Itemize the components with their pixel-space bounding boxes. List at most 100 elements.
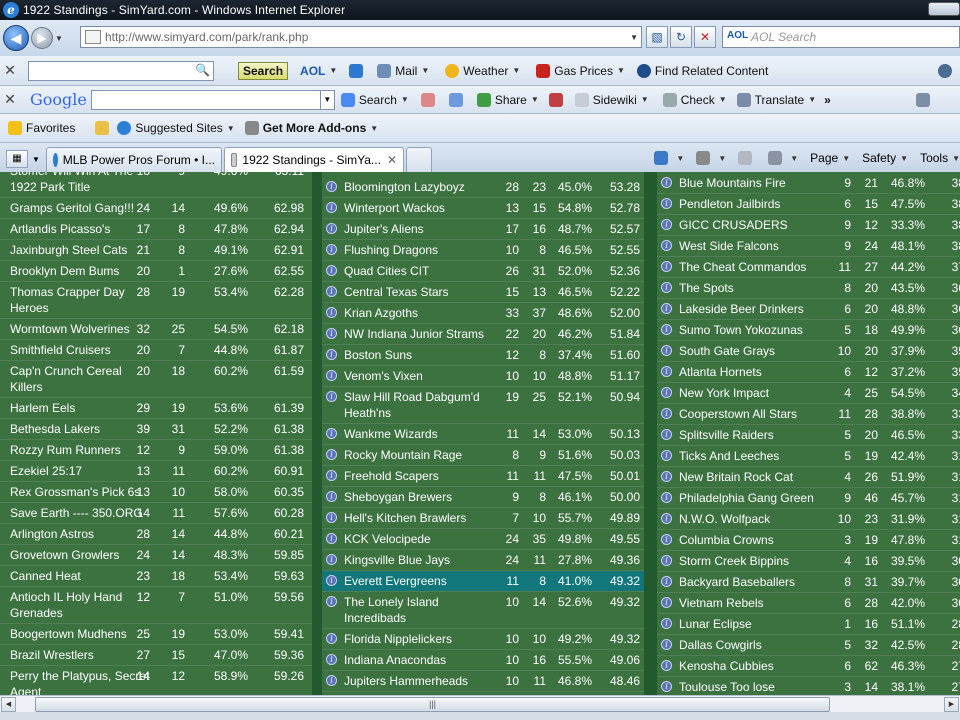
info-icon[interactable]: i — [661, 261, 672, 272]
team-name[interactable]: Toulouse Too lose — [657, 679, 827, 695]
team-name[interactable]: South Gate Grays — [657, 343, 827, 359]
address-dropdown-icon[interactable]: ▼ — [630, 33, 638, 42]
aol-search-placeholder[interactable]: AOL Search — [751, 30, 816, 44]
compatibility-icon[interactable]: ▧ — [646, 26, 668, 48]
print-button[interactable]: ▼ — [768, 151, 798, 165]
info-icon[interactable]: i — [661, 681, 672, 692]
history-dropdown-icon[interactable]: ▼ — [55, 34, 67, 43]
addons-button[interactable]: Get More Add-ons ▼ — [244, 121, 378, 135]
info-icon[interactable]: i — [661, 324, 672, 335]
team-name[interactable]: KCK Velocipede — [322, 531, 492, 547]
team-name[interactable]: Wankme Wizards — [322, 426, 492, 442]
info-icon[interactable]: i — [661, 450, 672, 461]
info-icon[interactable]: i — [661, 177, 672, 188]
team-name[interactable]: Krian Azgoths — [322, 305, 492, 321]
info-icon[interactable]: i — [661, 387, 672, 398]
team-name[interactable]: Flushing Dragons — [322, 242, 492, 258]
feeds-button[interactable]: ▼ — [696, 151, 726, 165]
back-button[interactable]: ◀ — [3, 25, 29, 51]
info-icon[interactable]: i — [326, 675, 337, 686]
tab-1922-standings[interactable]: 1922 Standings - SimYa... ✕ — [224, 147, 404, 172]
info-icon[interactable]: i — [326, 533, 337, 544]
team-name[interactable]: The Cheat Commandos — [657, 259, 827, 275]
team-name[interactable]: Dallas Cowgirls — [657, 637, 827, 653]
address-url[interactable]: http://www.simyard.com/park/rank.php — [105, 30, 308, 44]
team-name[interactable]: Slaw Hill Road Dabgum'd Heath'ns — [322, 389, 492, 421]
info-icon[interactable]: i — [326, 491, 337, 502]
info-icon[interactable]: i — [661, 597, 672, 608]
google-search-input[interactable]: ▼ — [90, 89, 335, 110]
team-name[interactable]: Boston Suns — [322, 347, 492, 363]
team-name[interactable]: The Lonely Island Incredibads — [322, 594, 492, 626]
tab-list-dropdown-icon[interactable]: ▼ — [32, 155, 40, 164]
team-name[interactable]: Splitsville Raiders — [657, 427, 827, 443]
team-name[interactable]: Venom's Vixen — [322, 368, 492, 384]
team-name[interactable]: Everett Evergreens — [322, 573, 492, 589]
team-name[interactable]: Central Texas Stars — [322, 284, 492, 300]
related-content-button[interactable]: Find Related Content — [636, 63, 768, 78]
weather-button[interactable]: Weather ▼ — [445, 63, 520, 78]
team-name[interactable]: Hell's Kitchen Brawlers — [322, 510, 492, 526]
check-button[interactable]: Check ▼ — [662, 92, 727, 107]
info-icon[interactable]: i — [326, 554, 337, 565]
gear-icon[interactable] — [938, 63, 952, 78]
team-name[interactable]: Indiana Anacondas — [322, 652, 492, 668]
team-name[interactable]: Kingsville Blue Jays — [322, 552, 492, 568]
minimize-button[interactable] — [928, 2, 960, 16]
safety-menu[interactable]: Safety ▼ — [862, 151, 908, 165]
translate-button[interactable]: Translate ▼ — [736, 92, 816, 107]
team-name[interactable]: Jupiters Hammerheads — [322, 673, 492, 689]
info-icon[interactable]: i — [661, 555, 672, 566]
address-bar[interactable]: http://www.simyard.com/park/rank.php ▼ — [80, 26, 642, 48]
info-icon[interactable]: i — [326, 596, 337, 607]
blocker-icon[interactable] — [548, 92, 563, 107]
info-icon[interactable]: i — [326, 633, 337, 644]
team-name[interactable]: Atlanta Hornets — [657, 364, 827, 380]
team-name[interactable]: Backyard Baseballers — [657, 574, 827, 590]
bookmark-icon[interactable] — [420, 92, 435, 107]
add-icon[interactable] — [349, 63, 364, 78]
new-tab-button[interactable] — [406, 147, 432, 172]
info-icon[interactable]: i — [326, 202, 337, 213]
team-name[interactable]: New Britain Rock Cat — [657, 469, 827, 485]
info-icon[interactable]: i — [661, 618, 672, 629]
sidewiki-button[interactable]: Sidewiki ▼ — [574, 92, 649, 107]
info-icon[interactable]: i — [661, 492, 672, 503]
add-favorite-icon[interactable] — [95, 121, 110, 135]
team-name[interactable]: Lakeside Beer Drinkers — [657, 301, 827, 317]
info-icon[interactable]: i — [326, 328, 337, 339]
info-icon[interactable]: i — [661, 576, 672, 587]
scroll-left-icon[interactable]: ◀ — [1, 697, 16, 712]
team-name[interactable]: N.W.O. Wolfpack — [657, 511, 827, 527]
quick-tabs-icon[interactable]: ▦ — [6, 150, 28, 168]
info-icon[interactable]: i — [326, 428, 337, 439]
info-icon[interactable]: i — [326, 449, 337, 460]
share-button[interactable]: Share ▼ — [476, 92, 539, 107]
team-name[interactable]: Lunar Eclipse — [657, 616, 827, 632]
info-icon[interactable]: i — [326, 512, 337, 523]
team-name[interactable]: Blue Mountains Fire — [657, 175, 827, 191]
team-name[interactable]: Pendleton Jailbirds — [657, 196, 827, 212]
info-icon[interactable]: i — [661, 513, 672, 524]
gas-prices-button[interactable]: Gas Prices ▼ — [536, 63, 625, 78]
info-icon[interactable]: i — [661, 282, 672, 293]
team-name[interactable]: Storm Creek Bippins — [657, 553, 827, 569]
info-icon[interactable]: i — [326, 575, 337, 586]
refresh-icon[interactable]: ↻ — [670, 26, 692, 48]
more-tools-button[interactable]: » — [824, 93, 831, 107]
info-icon[interactable]: i — [326, 307, 337, 318]
aol-brand[interactable]: AOL ▼ — [300, 64, 337, 78]
team-name[interactable]: The Spots — [657, 280, 827, 296]
plus-icon[interactable] — [448, 92, 463, 107]
google-search-button[interactable]: Search ▼ — [340, 92, 409, 107]
team-name[interactable]: Rocky Mountain Rage — [322, 447, 492, 463]
info-icon[interactable]: i — [661, 219, 672, 230]
team-name[interactable]: Columbia Crowns — [657, 532, 827, 548]
close-toolbar-icon[interactable]: ✕ — [0, 62, 20, 79]
info-icon[interactable]: i — [326, 391, 337, 402]
chevron-down-icon[interactable]: ▼ — [319, 90, 334, 109]
info-icon[interactable]: i — [661, 408, 672, 419]
team-name[interactable]: Florida Nipplelickers — [322, 631, 492, 647]
horizontal-scrollbar[interactable]: ◀ ||| ▶ — [0, 695, 960, 712]
aol-toolbar-input[interactable]: 🔍 — [28, 60, 214, 81]
